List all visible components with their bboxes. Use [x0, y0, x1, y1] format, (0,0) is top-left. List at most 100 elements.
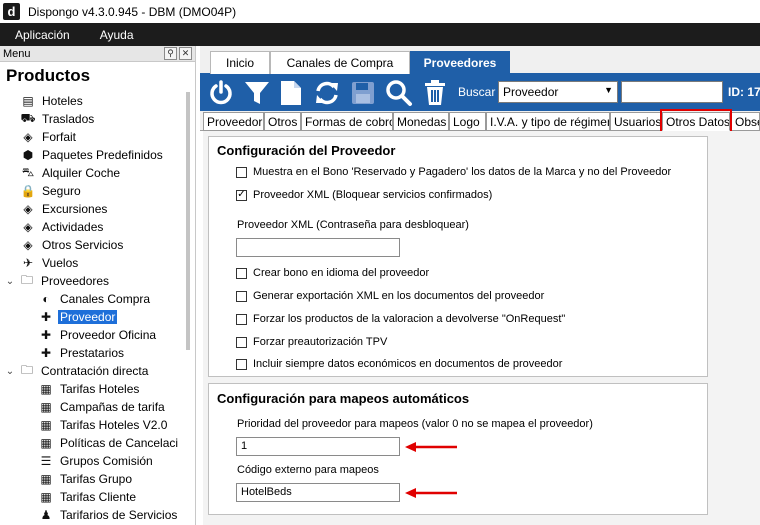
tree-item[interactable]: ⛟ Traslados — [0, 110, 186, 128]
tree-item-label: Contratación directa — [41, 364, 149, 378]
tab-canales-compra[interactable]: Canales de Compra — [270, 51, 410, 74]
menu-aplicacion[interactable]: Aplicación — [0, 28, 85, 42]
tree-item-label: Alquiler Coche — [42, 166, 121, 180]
menu-ayuda[interactable]: Ayuda — [85, 28, 149, 42]
filter-icon[interactable] — [242, 78, 272, 108]
tree-item[interactable]: ♟ Tarifarios de Servicios — [0, 506, 186, 524]
tree-item[interactable]: ◈ Otros Servicios — [0, 236, 186, 254]
tree-item[interactable]: ▦ Tarifas Grupo — [0, 470, 186, 488]
close-icon[interactable]: ✕ — [179, 47, 192, 60]
save-icon[interactable] — [348, 78, 378, 108]
check-datos-economicos[interactable]: Incluir siempre datos económicos en docu… — [236, 358, 562, 370]
tab-proveedores[interactable]: Proveedores — [410, 51, 510, 74]
config-mapeos-title: Configuración para mapeos automáticos — [217, 391, 470, 406]
refresh-icon[interactable] — [312, 78, 342, 108]
pin-icon[interactable]: ⚲ — [164, 47, 177, 60]
buscar-select[interactable]: Proveedor ▼ — [498, 81, 618, 103]
check-label: Proveedor XML (Bloquear servicios confir… — [253, 189, 493, 201]
checkbox[interactable] — [236, 290, 247, 302]
subtab-formas-cobro[interactable]: Formas de cobro — [301, 112, 393, 131]
tree-item[interactable]: ▦ Políticas de Cancelaci — [0, 434, 186, 452]
subtab-observaciones[interactable]: Obse — [731, 112, 760, 131]
calendar-icon: ▦ — [40, 418, 52, 432]
check-label: Crear bono en idioma del proveedor — [253, 267, 430, 279]
window-title: Dispongo v4.3.0.945 - DBM (DMO04P) — [28, 4, 237, 19]
checkbox[interactable] — [236, 267, 247, 279]
check-onrequest[interactable]: Forzar los productos de la valoracion a … — [236, 313, 565, 325]
tree-item-label: Actividades — [42, 220, 104, 234]
tree-item-label: Proveedores — [41, 274, 110, 288]
tree-item-label: Excursiones — [42, 202, 108, 216]
tree-scrollbar[interactable] — [186, 92, 190, 350]
list-icon: ☰ — [40, 454, 52, 468]
subtab-usuarios[interactable]: Usuarios — [610, 112, 661, 131]
tree-item[interactable]: ▦ Tarifas Hoteles V2.0 — [0, 416, 186, 434]
subtab-otros[interactable]: Otros — [264, 112, 301, 131]
red-arrow-icon — [405, 488, 457, 498]
check-preautorizacion[interactable]: Forzar preautorización TPV — [236, 336, 387, 348]
delete-icon[interactable] — [420, 78, 450, 108]
tree-item[interactable]: ◐ Canales Compra — [0, 290, 186, 308]
tree-item[interactable]: ⬢ Paquetes Predefinidos — [0, 146, 186, 164]
check-bono-idioma[interactable]: Crear bono en idioma del proveedor — [236, 267, 429, 279]
ticket-icon: ◈ — [23, 130, 33, 144]
tree-item[interactable]: ◈ Actividades — [0, 218, 186, 236]
tree-item-label: Tarifas Hoteles V2.0 — [60, 418, 168, 432]
collapse-icon[interactable]: ⌄ — [4, 366, 16, 377]
tree-item[interactable]: ⛍ Alquiler Coche — [0, 164, 186, 182]
tree-item[interactable]: ◈ Excursiones — [0, 200, 186, 218]
tree-item-label: Grupos Comisión — [60, 454, 153, 468]
tree-item[interactable]: ▤ Hoteles — [0, 92, 186, 110]
check-proveedor-xml[interactable]: ✓ Proveedor XML (Bloquear servicios conf… — [236, 189, 492, 201]
tree-item[interactable]: ✈ Vuelos — [0, 254, 186, 272]
tree-item-label: Tarifas Grupo — [60, 472, 133, 486]
checkbox[interactable] — [236, 358, 247, 370]
plane-icon: ✈ — [22, 256, 34, 270]
check-label: Generar exportación XML en los documento… — [253, 290, 545, 302]
checkbox[interactable] — [236, 313, 247, 325]
tree-item[interactable]: ☰ Grupos Comisión — [0, 452, 186, 470]
tree-item[interactable]: ▦ Campañas de tarifa — [0, 398, 186, 416]
subtab-logo[interactable]: Logo — [449, 112, 486, 131]
folder-icon: 🗀 — [20, 272, 33, 287]
puzzle-icon: ✚ — [40, 346, 52, 360]
toolbar: Buscar Proveedor ▼ ID: 17 — [200, 74, 760, 111]
tree-item-label: Proveedor Oficina — [60, 328, 157, 342]
tree-item[interactable]: ⌄ 🗀 Contratación directa — [0, 362, 186, 380]
check-export-xml[interactable]: Generar exportación XML en los documento… — [236, 290, 544, 302]
check-label: Forzar preautorización TPV — [253, 336, 388, 348]
tree-item[interactable]: ✚ Proveedor — [0, 308, 186, 326]
tree-item[interactable]: ▦ Tarifas Cliente — [0, 488, 186, 506]
new-document-icon[interactable] — [276, 78, 306, 108]
tree-item-label: Vuelos — [42, 256, 79, 270]
calendar-icon: ▦ — [40, 382, 52, 396]
channel-icon: ◐ — [42, 292, 50, 306]
subtab-monedas[interactable]: Monedas — [393, 112, 449, 131]
buscar-input[interactable] — [621, 81, 723, 103]
check-bono-marca[interactable]: Muestra en el Bono 'Reservado y Pagadero… — [236, 166, 671, 178]
subtab-proveedor[interactable]: Proveedor — [203, 112, 264, 131]
tab-inicio[interactable]: Inicio — [210, 51, 270, 74]
tree-item[interactable]: ✚ Prestatarios — [0, 344, 186, 362]
subtab-iva[interactable]: I.V.A. y tipo de régimen — [486, 112, 610, 131]
priority-field[interactable]: 1 — [236, 437, 400, 456]
checkbox[interactable] — [236, 336, 247, 348]
tree-item-label: Hoteles — [42, 94, 83, 108]
tree-item-label: Tarifarios de Servicios — [60, 508, 178, 522]
code-field[interactable]: HotelBeds — [236, 483, 400, 502]
power-icon[interactable] — [206, 78, 236, 108]
tree-item[interactable]: ⌄ 🗀 Proveedores — [0, 272, 186, 290]
calendar-icon: ▦ — [40, 400, 52, 414]
tree-item-label: Tarifas Cliente — [60, 490, 137, 504]
tree-item[interactable]: ◈ Forfait — [0, 128, 186, 146]
search-icon[interactable] — [384, 78, 414, 108]
collapse-icon[interactable]: ⌄ — [4, 276, 16, 287]
checkbox-checked[interactable]: ✓ — [236, 189, 247, 201]
xml-password-field[interactable] — [236, 238, 400, 257]
menu-panel-title: Menu — [3, 47, 31, 60]
tree-item[interactable]: ✚ Proveedor Oficina — [0, 326, 186, 344]
checkbox[interactable] — [236, 166, 247, 178]
check-label: Forzar los productos de la valoracion a … — [253, 313, 566, 325]
tree-item[interactable]: ▦ Tarifas Hoteles — [0, 380, 186, 398]
tree-item[interactable]: 🔒 Seguro — [0, 182, 186, 200]
